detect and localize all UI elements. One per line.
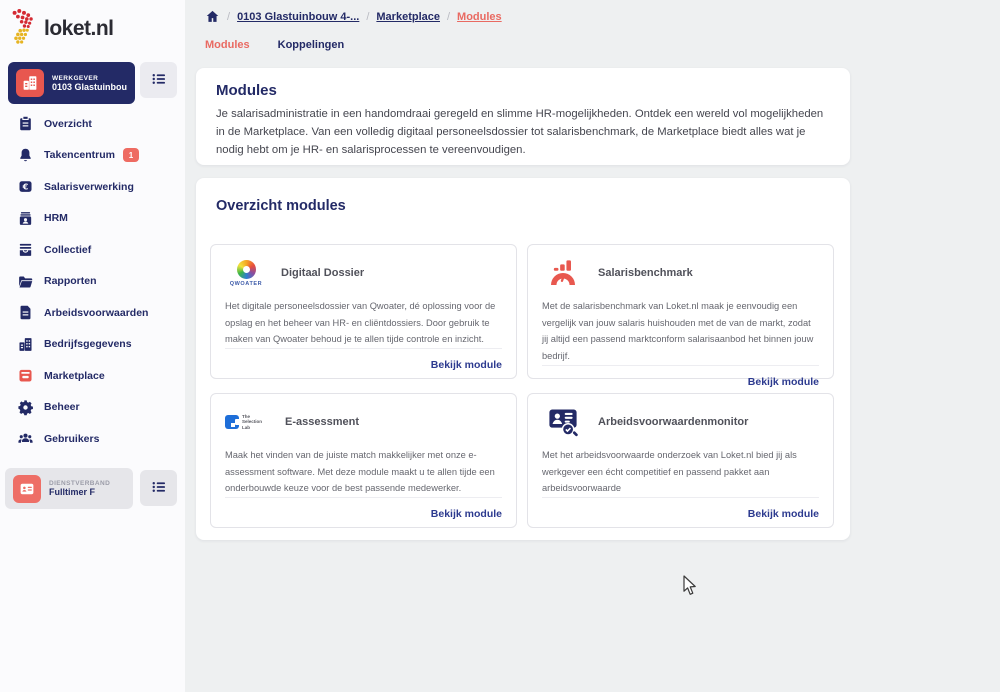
module-description: Met de salarisbenchmark van Loket.nl maa…	[542, 298, 819, 365]
sidebar-item-label: Overzicht	[44, 118, 92, 130]
sidebar-item-label: Marketplace	[44, 370, 105, 382]
sidebar-item-gebruikers[interactable]: Gebruikers	[0, 423, 185, 455]
loket-app: { "brand": { "name": "loket.nl", "icon":…	[0, 0, 1000, 692]
sidebar-item-arbeidsvoorwaarden[interactable]: Arbeidsvoorwaarden	[0, 297, 185, 329]
monitor-search-icon	[542, 405, 584, 439]
sidebar-item-collectief[interactable]: Collectief	[0, 234, 185, 266]
sidebar-item-salarisverwerking[interactable]: € Salarisverwerking	[0, 171, 185, 203]
sidebar-item-overzicht[interactable]: Overzicht	[0, 108, 185, 140]
module-card-arbeidsvoorwaardenmonitor: Arbeidsvoorwaardenmonitor Met het arbeid…	[527, 393, 834, 528]
sidebar-item-label: Salarisverwerking	[44, 181, 134, 193]
sidebar-nav: Overzicht Takencentrum 1 € Salarisverwer…	[0, 108, 185, 455]
bekijk-module-link[interactable]: Bekijk module	[748, 508, 819, 520]
sidebar-item-takencentrum[interactable]: Takencentrum 1	[0, 140, 185, 172]
task-count-badge: 1	[123, 148, 139, 162]
employer-switch-button[interactable]	[140, 62, 177, 98]
employment-type-label: DIENSTVERBAND	[49, 480, 110, 487]
sidebar: loket.nl WERKGEVER 0103 Glastuinbouw 4..…	[0, 0, 185, 692]
overview-title: Overzicht modules	[216, 198, 836, 214]
sidebar-item-label: Arbeidsvoorwaarden	[44, 307, 148, 319]
bekijk-module-link[interactable]: Bekijk module	[431, 508, 502, 520]
person-card-icon	[17, 210, 34, 227]
svg-text:€: €	[22, 182, 29, 192]
sidebar-item-beheer[interactable]: Beheer	[0, 392, 185, 424]
qwoater-logo: QWOATER	[225, 260, 267, 287]
main-content: / 0103 Glastuinbouw 4-... / Marketplace …	[185, 0, 1000, 692]
employment-name: Fulltimer F	[49, 487, 110, 497]
employment-context-card[interactable]: DIENSTVERBAND Fulltimer F	[5, 468, 133, 509]
employment-switch-button[interactable]	[140, 470, 177, 506]
module-card-digitaal-dossier: QWOATER Digitaal Dossier Het digitale pe…	[210, 244, 517, 379]
sidebar-item-marketplace[interactable]: Marketplace	[0, 360, 185, 392]
document-icon	[17, 304, 34, 321]
module-card-e-assessment: The Selection Lab E-assessment Maak het …	[210, 393, 517, 528]
module-description: Met het arbeidsvoorwaarde onderzoek van …	[542, 447, 819, 497]
brand-name: loket.nl	[44, 17, 114, 41]
modules-overview-card: Overzicht modules QWOATER Digitaal Dossi…	[196, 178, 850, 540]
folder-icon	[17, 273, 34, 290]
gear-icon	[17, 399, 34, 416]
modules-intro-card: Modules Je salarisadministratie in een h…	[196, 68, 850, 165]
sidebar-item-label: Bedrijfsgegevens	[44, 338, 132, 350]
list-switch-icon	[150, 478, 168, 499]
bar-chart-gauge-icon	[542, 257, 584, 289]
sidebar-item-label: Gebruikers	[44, 433, 99, 445]
module-description: Maak het vinden van de juiste match makk…	[225, 447, 502, 497]
storefront-icon	[17, 367, 34, 384]
module-title: Arbeidsvoorwaardenmonitor	[598, 416, 748, 428]
tab-modules[interactable]: Modules	[205, 39, 250, 51]
module-grid: QWOATER Digitaal Dossier Het digitale pe…	[210, 244, 836, 528]
bekijk-module-link[interactable]: Bekijk module	[431, 359, 502, 371]
sidebar-item-label: Takencentrum	[44, 149, 115, 161]
breadcrumb-separator: /	[447, 11, 450, 23]
employer-context-card[interactable]: WERKGEVER 0103 Glastuinbouw 4...	[8, 62, 135, 104]
module-card-salarisbenchmark: Salarisbenchmark Met de salarisbenchmark…	[527, 244, 834, 379]
sidebar-item-label: Rapporten	[44, 275, 97, 287]
breadcrumb: / 0103 Glastuinbouw 4-... / Marketplace …	[205, 9, 502, 24]
buildings-icon	[17, 336, 34, 353]
home-icon[interactable]	[205, 9, 220, 24]
module-title: Salarisbenchmark	[598, 267, 693, 279]
bell-icon	[17, 147, 34, 164]
tab-bar: Modules Koppelingen	[205, 39, 344, 51]
breadcrumb-separator: /	[227, 11, 230, 23]
loket-bird-icon	[8, 6, 40, 51]
buildings-icon	[16, 69, 44, 97]
bekijk-module-link[interactable]: Bekijk module	[748, 376, 819, 388]
stack-icon	[17, 241, 34, 258]
intro-text: Je salarisadministratie in een handomdra…	[216, 106, 830, 160]
module-title: E-assessment	[285, 416, 359, 428]
breadcrumb-marketplace[interactable]: Marketplace	[376, 11, 440, 23]
users-icon	[17, 430, 34, 447]
euro-icon: €	[17, 178, 34, 195]
sidebar-item-label: HRM	[44, 212, 68, 224]
breadcrumb-separator: /	[366, 11, 369, 23]
employer-name: 0103 Glastuinbouw 4...	[52, 82, 127, 92]
module-title: Digitaal Dossier	[281, 267, 364, 279]
selection-lab-logo: The Selection Lab	[225, 414, 271, 430]
mouse-cursor	[683, 575, 699, 597]
sidebar-item-label: Collectief	[44, 244, 91, 256]
breadcrumb-modules[interactable]: Modules	[457, 11, 502, 23]
brand-logo[interactable]: loket.nl	[8, 6, 114, 51]
list-switch-icon	[150, 70, 168, 91]
sidebar-item-label: Beheer	[44, 401, 80, 413]
breadcrumb-employer[interactable]: 0103 Glastuinbouw 4-...	[237, 11, 359, 23]
employer-type-label: WERKGEVER	[52, 75, 127, 82]
clipboard-icon	[17, 115, 34, 132]
id-badge-icon	[13, 475, 41, 503]
module-description: Het digitale personeelsdossier van Qwoat…	[225, 298, 502, 348]
tab-koppelingen[interactable]: Koppelingen	[278, 39, 345, 51]
sidebar-item-hrm[interactable]: HRM	[0, 203, 185, 235]
sidebar-item-bedrijfsgegevens[interactable]: Bedrijfsgegevens	[0, 329, 185, 361]
sidebar-item-rapporten[interactable]: Rapporten	[0, 266, 185, 298]
page-title: Modules	[216, 82, 830, 99]
